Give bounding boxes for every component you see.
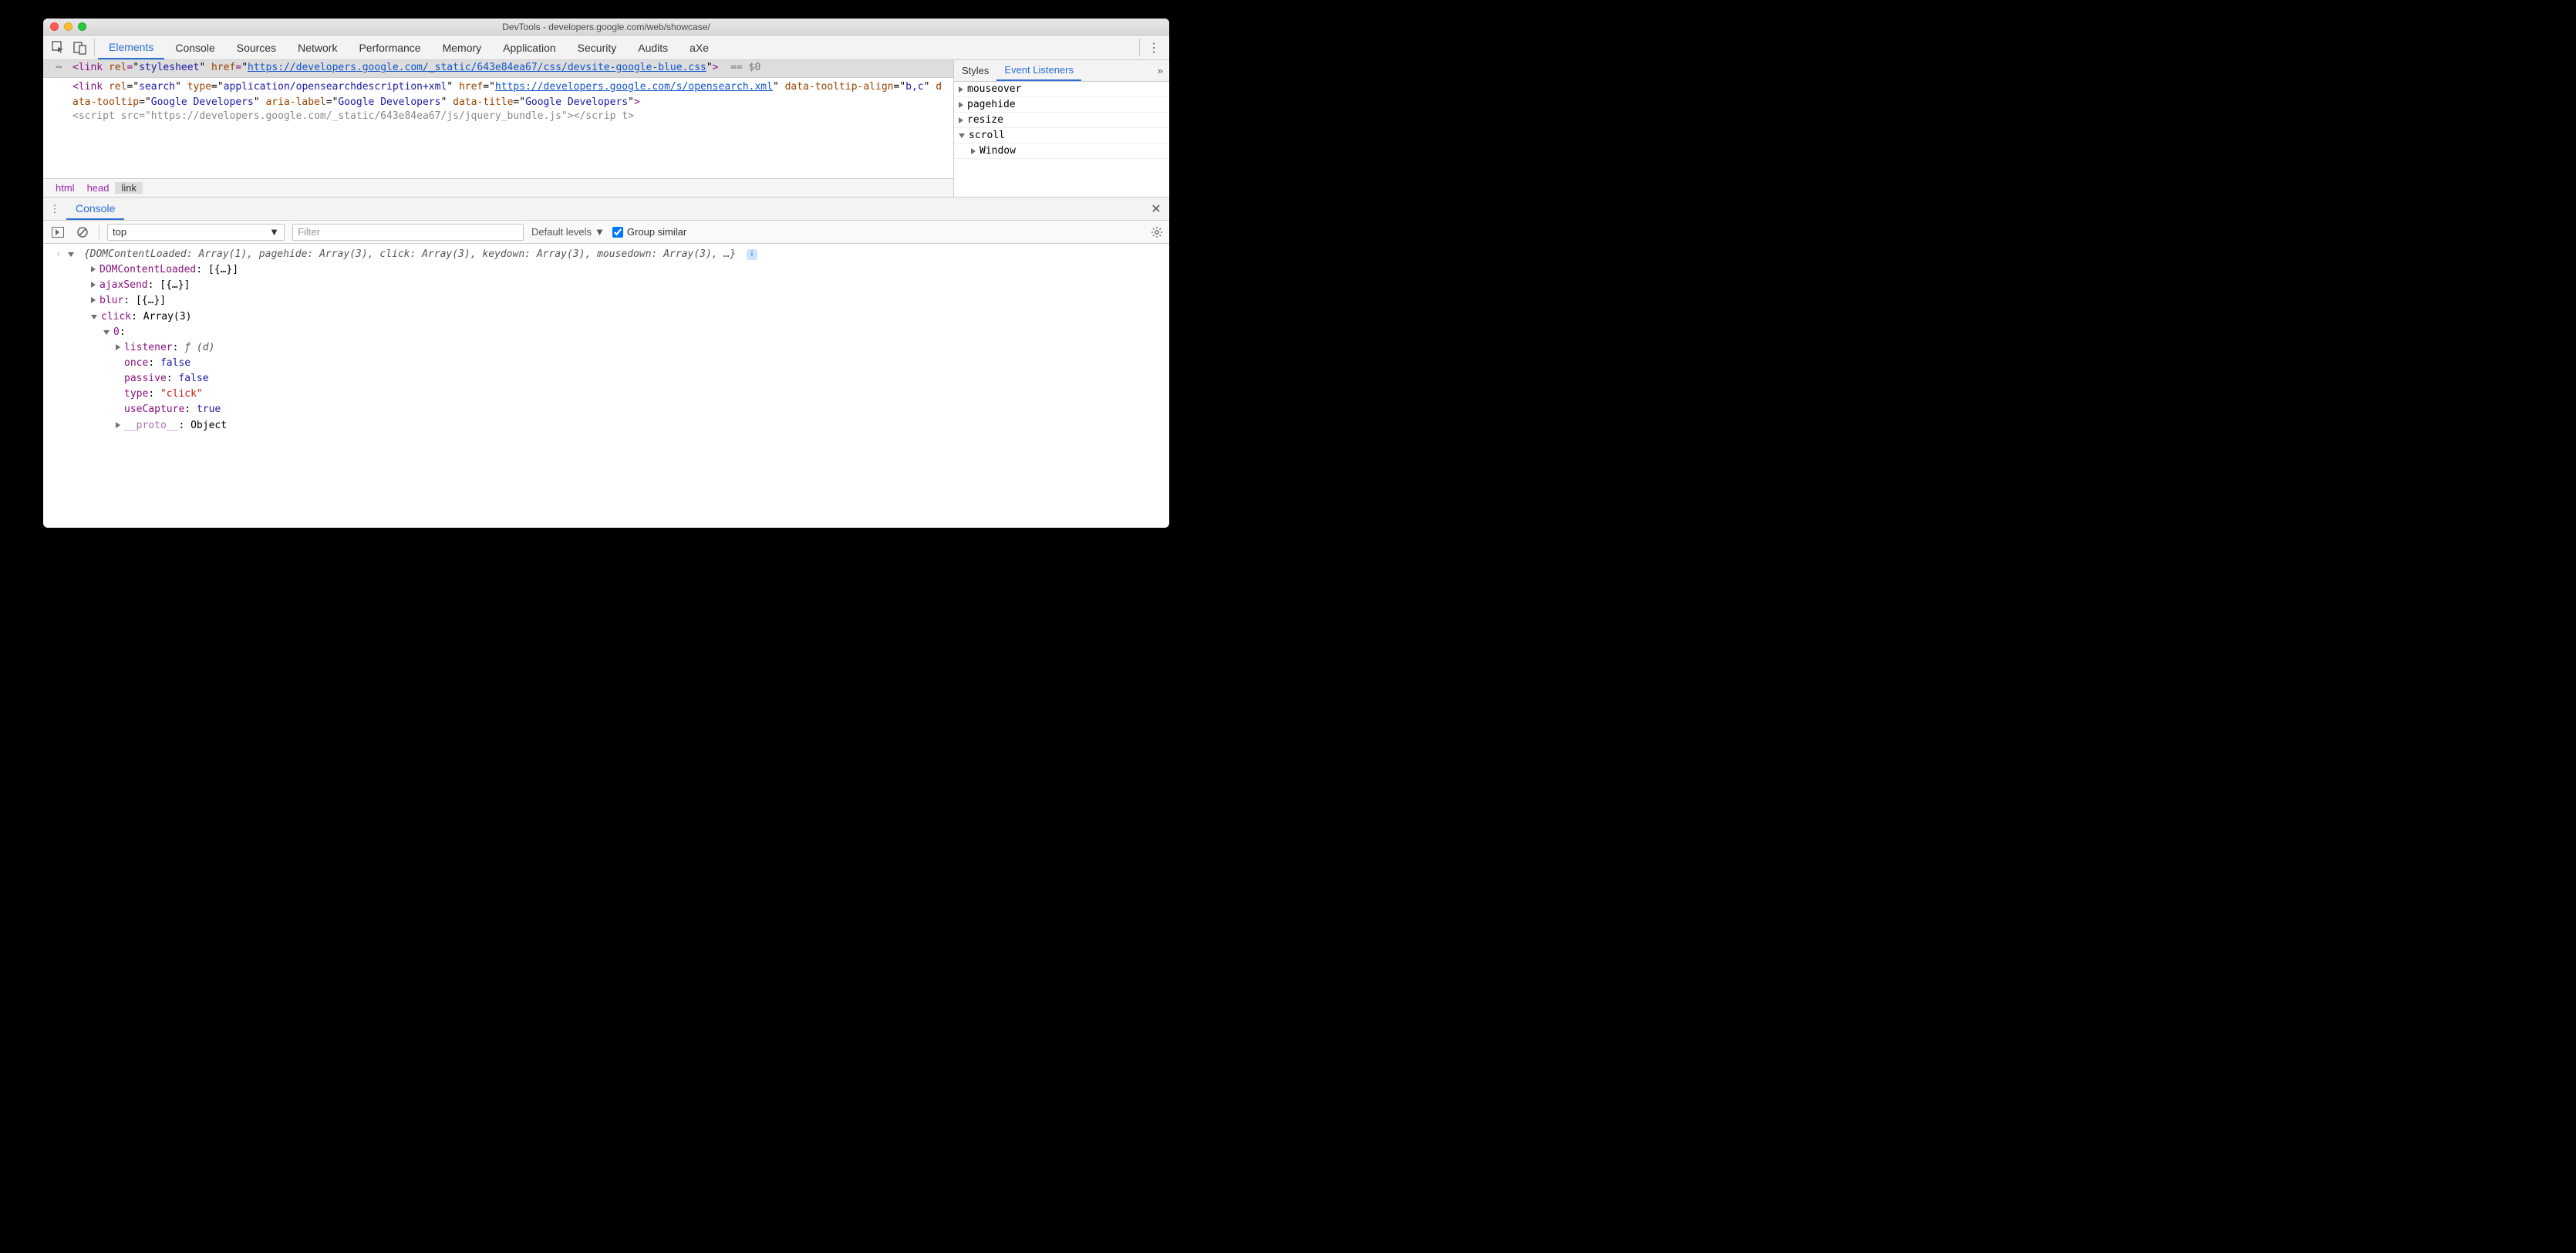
main-row: ⋯ <link rel="stylesheet" href="https://d… xyxy=(43,60,1169,198)
tab-console[interactable]: Console xyxy=(164,35,225,59)
dom-row-3-cut[interactable]: <script src="https://developers.google.c… xyxy=(43,110,953,121)
dom-row-2[interactable]: <link rel="search" type="application/ope… xyxy=(43,78,953,110)
listener-mouseover[interactable]: mouseover xyxy=(954,82,1169,97)
sidebar-tabs: Styles Event Listeners » xyxy=(954,60,1169,82)
window-title: DevTools - developers.google.com/web/sho… xyxy=(43,22,1169,32)
context-value: top xyxy=(113,226,126,238)
breadcrumb: html head link xyxy=(43,178,953,197)
filter-input[interactable]: Filter xyxy=(292,224,524,241)
href-link[interactable]: https://developers.google.com/s/opensear… xyxy=(495,81,773,93)
elements-pane: ⋯ <link rel="stylesheet" href="https://d… xyxy=(43,60,953,197)
inspect-element-icon[interactable] xyxy=(48,35,69,59)
drawer-more-icon[interactable]: ⋮ xyxy=(43,198,66,220)
breadcrumb-head[interactable]: head xyxy=(81,182,116,194)
sidebar-tab-styles[interactable]: Styles xyxy=(954,60,996,81)
group-similar-input[interactable] xyxy=(612,227,623,238)
tab-network[interactable]: Network xyxy=(287,35,348,59)
drawer: ⋮ Console ✕ top ▼ Filter Default levels … xyxy=(43,198,1169,528)
dom-selected-row[interactable]: ⋯ <link rel="stylesheet" href="https://d… xyxy=(43,60,953,78)
tab-elements[interactable]: Elements xyxy=(98,35,164,59)
sidebar-tab-event-listeners[interactable]: Event Listeners xyxy=(996,60,1081,81)
tree-domcontentloaded[interactable]: DOMContentLoaded: [{…}] xyxy=(91,262,1163,278)
console-settings-icon[interactable] xyxy=(1151,226,1163,238)
tree-click-0[interactable]: 0: xyxy=(91,325,1163,340)
chevron-down-icon: ▼ xyxy=(269,226,279,238)
drawer-tabbar: ⋮ Console ✕ xyxy=(43,198,1169,221)
tab-memory[interactable]: Memory xyxy=(432,35,493,59)
console-body[interactable]: ‹ {DOMContentLoaded: Array(1), pagehide:… xyxy=(43,244,1169,528)
chevron-down-icon: ▼ xyxy=(595,226,605,238)
clear-console-icon[interactable] xyxy=(74,226,91,238)
tab-axe[interactable]: aXe xyxy=(679,35,720,59)
eq0-hint: == $0 xyxy=(730,62,760,73)
main-tabbar: Elements Console Sources Network Perform… xyxy=(43,35,1169,60)
drawer-tab-console[interactable]: Console xyxy=(66,198,124,220)
tab-performance[interactable]: Performance xyxy=(348,35,431,59)
sidebar-more-icon[interactable]: » xyxy=(1151,60,1169,81)
tab-application[interactable]: Application xyxy=(492,35,567,59)
log-levels-select[interactable]: Default levels ▼ xyxy=(531,226,605,238)
context-select[interactable]: top ▼ xyxy=(107,224,285,241)
more-options-icon[interactable]: ⋮ xyxy=(1143,35,1165,59)
tree-type[interactable]: type: "click" xyxy=(91,387,1163,402)
filter-placeholder: Filter xyxy=(298,226,320,238)
tab-sources[interactable]: Sources xyxy=(226,35,287,59)
object-summary[interactable]: {DOMContentLoaded: Array(1), pagehide: A… xyxy=(68,247,1163,262)
listener-scroll-window[interactable]: Window xyxy=(954,144,1169,159)
tree-click[interactable]: click: Array(3) xyxy=(91,309,1163,325)
breadcrumb-html[interactable]: html xyxy=(49,182,81,194)
drawer-close-icon[interactable]: ✕ xyxy=(1143,198,1169,220)
sidebar: Styles Event Listeners » mouseover pageh… xyxy=(953,60,1169,197)
divider xyxy=(94,39,95,56)
device-toolbar-icon[interactable] xyxy=(69,35,91,59)
tree-passive[interactable]: passive: false xyxy=(91,371,1163,387)
dom-selected-code: <link rel="stylesheet" href="https://dev… xyxy=(68,60,947,76)
titlebar: DevTools - developers.google.com/web/sho… xyxy=(43,19,1169,35)
listener-pagehide[interactable]: pagehide xyxy=(954,97,1169,113)
element-actions-icon[interactable]: ⋯ xyxy=(49,60,68,76)
close-window-icon[interactable] xyxy=(50,22,59,31)
tree-blur[interactable]: blur: [{…}] xyxy=(91,293,1163,309)
tab-security[interactable]: Security xyxy=(567,35,628,59)
tab-audits[interactable]: Audits xyxy=(627,35,679,59)
listener-resize[interactable]: resize xyxy=(954,113,1169,128)
listener-scroll[interactable]: scroll xyxy=(954,128,1169,144)
href-link[interactable]: https://developers.google.com/_static/64… xyxy=(248,62,706,73)
console-sidebar-toggle-icon[interactable] xyxy=(49,227,66,238)
info-badge-icon[interactable]: i xyxy=(747,249,757,260)
tree-listener[interactable]: listener: ƒ (d) xyxy=(91,340,1163,356)
breadcrumb-link[interactable]: link xyxy=(115,182,143,194)
group-similar-checkbox[interactable]: Group similar xyxy=(612,226,686,238)
tree-once[interactable]: once: false xyxy=(91,356,1163,371)
divider xyxy=(1139,39,1140,56)
tree-proto[interactable]: __proto__: Object xyxy=(91,418,1163,434)
object-tree[interactable]: DOMContentLoaded: [{…}] ajaxSend: [{…}] … xyxy=(68,262,1163,434)
zoom-window-icon[interactable] xyxy=(78,22,86,31)
tree-ajaxsend[interactable]: ajaxSend: [{…}] xyxy=(91,278,1163,293)
caret-left-icon: ‹ xyxy=(49,247,68,262)
devtools-window: DevTools - developers.google.com/web/sho… xyxy=(43,19,1169,528)
dom-tree[interactable]: ⋯ <link rel="stylesheet" href="https://d… xyxy=(43,60,953,178)
console-toolbar: top ▼ Filter Default levels ▼ Group simi… xyxy=(43,221,1169,244)
event-listeners-list: mouseover pagehide resize scroll Window xyxy=(954,82,1169,197)
tree-usecapture[interactable]: useCapture: true xyxy=(91,402,1163,417)
console-message[interactable]: ‹ {DOMContentLoaded: Array(1), pagehide:… xyxy=(49,247,1163,434)
traffic-lights xyxy=(50,22,86,31)
minimize-window-icon[interactable] xyxy=(64,22,72,31)
